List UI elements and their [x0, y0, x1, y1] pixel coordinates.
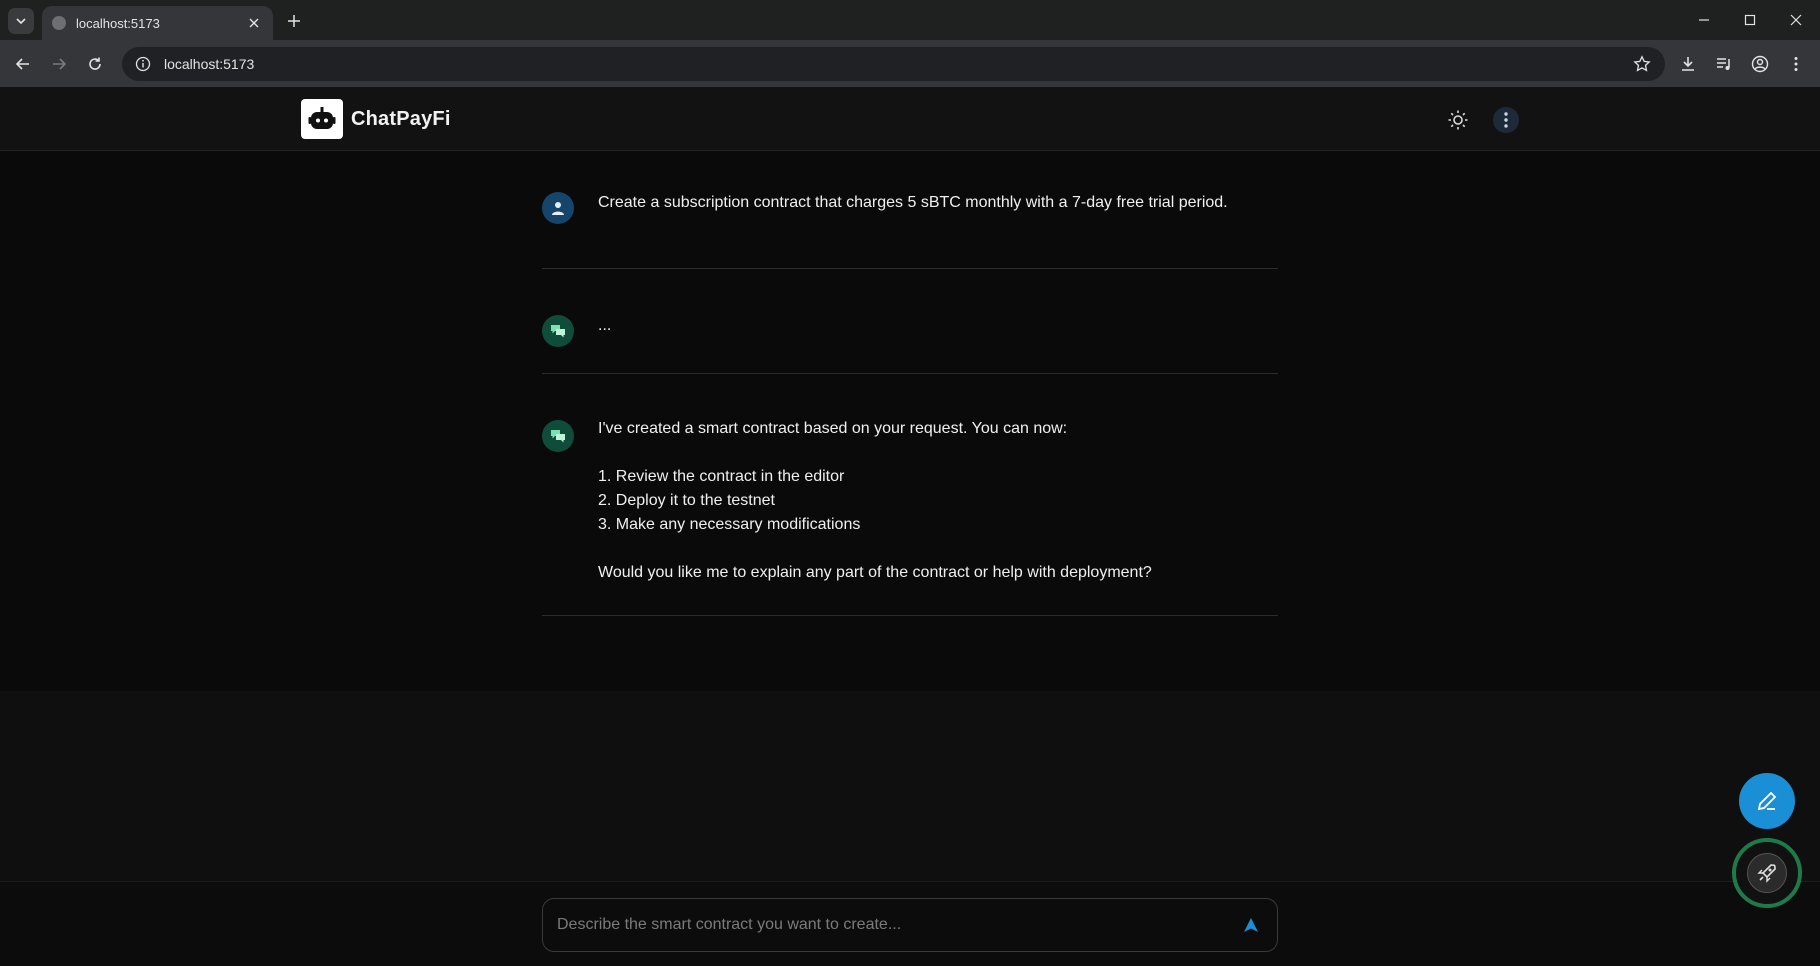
composer-bar	[0, 881, 1820, 966]
profile-button[interactable]	[1747, 51, 1773, 77]
more-vertical-icon	[1504, 112, 1508, 128]
rocket-icon	[1747, 853, 1787, 893]
downloads-button[interactable]	[1675, 51, 1701, 77]
browser-tabstrip: localhost:5173	[0, 0, 1820, 40]
chat-bubbles-icon	[542, 315, 574, 347]
bookmark-star-icon[interactable]	[1633, 55, 1651, 73]
chat-message-user: Create a subscription contract that char…	[542, 151, 1278, 269]
site-info-icon[interactable]	[134, 55, 152, 73]
reload-button[interactable]	[82, 51, 108, 77]
message-text: Create a subscription contract that char…	[598, 194, 1228, 211]
arrow-right-icon	[53, 58, 67, 70]
reload-icon	[89, 57, 101, 70]
maximize-button[interactable]	[1735, 8, 1765, 32]
forward-button[interactable]	[46, 51, 72, 77]
sun-icon	[1448, 110, 1468, 130]
message-step: 1. Review the contract in the editor	[598, 468, 845, 485]
message-step: 2. Deploy it to the testnet	[598, 492, 775, 509]
send-arrow-icon	[1244, 918, 1258, 932]
plus-icon	[288, 15, 300, 27]
url-text: localhost:5173	[164, 56, 255, 72]
brand-name: ChatPayFi	[351, 107, 451, 130]
brand[interactable]: ChatPayFi	[301, 99, 451, 139]
send-button[interactable]	[1239, 913, 1263, 937]
composer-area	[0, 691, 1820, 966]
pencil-icon	[1757, 791, 1777, 811]
chat-message-assistant: I've created a smart contract based on y…	[542, 374, 1278, 616]
download-icon	[1682, 57, 1694, 71]
typing-indicator: ...	[598, 317, 612, 334]
user-avatar-icon	[542, 192, 574, 224]
chat-bubbles-icon	[542, 420, 574, 452]
browser-toolbar: localhost:5173	[0, 40, 1820, 87]
robot-logo-icon	[301, 99, 343, 139]
more-vertical-icon	[1794, 57, 1798, 71]
browser-tab[interactable]: localhost:5173	[42, 6, 273, 40]
account-circle-icon	[1751, 55, 1769, 73]
chat-message-assistant: ...	[542, 269, 1278, 374]
media-controls-button[interactable]	[1711, 51, 1737, 77]
app-menu-button[interactable]	[1493, 107, 1519, 133]
address-bar[interactable]: localhost:5173	[122, 47, 1665, 81]
tab-close-button[interactable]	[245, 14, 263, 32]
close-window-button[interactable]	[1781, 8, 1811, 32]
minimize-button[interactable]	[1689, 8, 1719, 32]
chevron-down-icon	[16, 18, 26, 25]
message-step: 3. Make any necessary modifications	[598, 516, 861, 533]
assistant-avatar-button[interactable]	[1732, 838, 1802, 908]
prompt-input[interactable]	[557, 916, 1239, 934]
theme-toggle-button[interactable]	[1445, 107, 1471, 133]
chat-thread: Create a subscription contract that char…	[542, 151, 1278, 616]
close-icon	[1790, 14, 1802, 26]
message-intro: I've created a smart contract based on y…	[598, 420, 1068, 437]
app-header: ChatPayFi	[0, 87, 1820, 151]
close-icon	[249, 18, 259, 28]
new-tab-button[interactable]	[283, 10, 305, 32]
new-chat-button[interactable]	[1739, 773, 1795, 829]
arrow-left-icon	[15, 58, 29, 70]
globe-icon	[52, 16, 66, 30]
browser-menu-button[interactable]	[1783, 51, 1809, 77]
message-outro: Would you like me to explain any part of…	[598, 564, 1152, 581]
tab-search-button[interactable]	[8, 8, 34, 34]
maximize-icon	[1744, 14, 1756, 26]
app-root: ChatPayFi Create a subscription contract…	[0, 87, 1820, 966]
minimize-icon	[1699, 19, 1709, 21]
back-button[interactable]	[10, 51, 36, 77]
tab-title: localhost:5173	[76, 15, 160, 31]
playlist-music-icon	[1717, 58, 1730, 70]
composer	[542, 898, 1278, 952]
